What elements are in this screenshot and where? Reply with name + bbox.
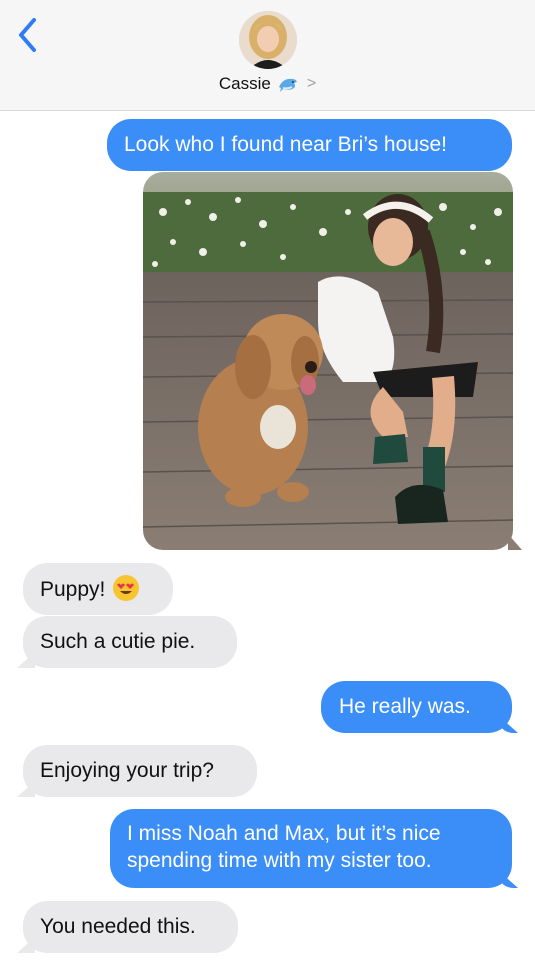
contact-name: Cassie <box>218 74 271 93</box>
back-chevron-icon[interactable] <box>14 16 44 54</box>
message-text: Puppy! <box>40 578 106 601</box>
message-text: He really was. <box>339 695 471 718</box>
image-message[interactable] <box>143 172 513 550</box>
outgoing-message[interactable]: He really was. <box>321 681 512 733</box>
dog-photo <box>143 172 513 550</box>
conversation-header: Cassie > <box>0 0 535 111</box>
heart-eyes-emoji-icon <box>113 575 140 601</box>
message-text-line-2: spending time with my sister too. <box>127 849 432 872</box>
image-bubble-tail <box>508 534 522 550</box>
message-text: Look who I found near Bri’s house! <box>124 133 447 156</box>
contact-chevron: > <box>306 75 317 92</box>
contact-name-row[interactable]: Cassie > <box>0 72 535 96</box>
dolphin-emoji-icon <box>278 78 297 92</box>
outgoing-message[interactable]: I miss Noah and Max, but it’s nice spend… <box>110 809 512 888</box>
message-text: Such a cutie pie. <box>40 630 196 653</box>
message-text: Enjoying your trip? <box>40 759 214 782</box>
incoming-message[interactable]: Enjoying your trip? <box>23 745 257 797</box>
outgoing-message[interactable]: Look who I found near Bri’s house! <box>107 119 512 171</box>
message-text: You needed this. <box>40 915 196 938</box>
message-text-line-1: I miss Noah and Max, but it’s nice <box>127 822 441 845</box>
incoming-message[interactable]: Puppy! <box>23 563 173 615</box>
incoming-message[interactable]: Such a cutie pie. <box>23 616 237 668</box>
incoming-message[interactable]: You needed this. <box>23 901 238 953</box>
contact-avatar[interactable] <box>239 11 297 69</box>
